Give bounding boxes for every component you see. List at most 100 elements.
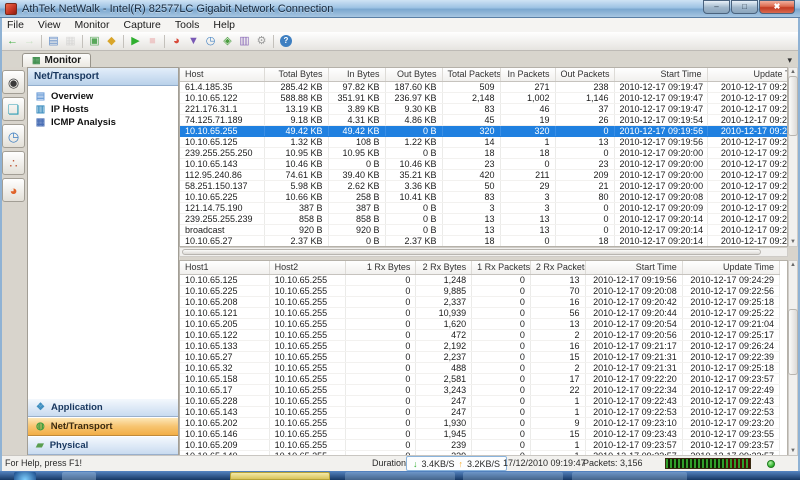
windows-view-icon[interactable]: ❏ <box>2 97 25 121</box>
taskbar-button[interactable] <box>62 472 96 480</box>
table-row[interactable]: 10.10.65.2710.10.65.25502,2370152010-12-… <box>180 351 780 362</box>
menu-view[interactable]: View <box>31 19 68 31</box>
table-row[interactable]: 239.255.255.239858 B858 B0 B131302010-12… <box>180 213 788 224</box>
alarm-clock-icon[interactable]: ◷ <box>2 124 25 148</box>
taskbar-button-active[interactable] <box>230 472 330 480</box>
table-row[interactable]: 10.10.65.15810.10.65.25502,5810172010-12… <box>180 373 780 384</box>
sidebar-item-overview[interactable]: ▤ Overview <box>30 90 176 103</box>
menu-help[interactable]: Help <box>206 19 242 31</box>
table-row[interactable]: 10.10.65.3210.10.65.2550488022010-12-17 … <box>180 362 780 373</box>
column-header[interactable]: Start Time <box>614 68 707 81</box>
hosts-vertical-scrollbar[interactable]: ▲ ▼ <box>788 67 798 247</box>
column-header[interactable]: Total Bytes <box>264 68 328 81</box>
tab-pin-icon[interactable]: ▾ <box>787 55 792 66</box>
table-row[interactable]: 10.10.65.22510.66 KB258 B10.41 KB8338020… <box>180 191 788 202</box>
start-capture-icon[interactable]: ▶ <box>127 34 144 49</box>
table-row[interactable]: 121.14.75.190387 B387 B0 B3302010-12-17 … <box>180 202 788 213</box>
table-row[interactable]: 10.10.65.20210.10.65.25501,930092010-12-… <box>180 417 780 428</box>
column-header[interactable]: Update Time <box>682 261 779 274</box>
table-row[interactable]: 10.10.65.1251.32 KB108 B1.22 KB141132010… <box>180 136 788 147</box>
table-row[interactable]: 239.255.255.25010.95 KB10.95 KB0 B181802… <box>180 147 788 158</box>
scrollbar-thumb[interactable] <box>788 76 798 136</box>
table-row[interactable]: 10.10.65.13310.10.65.25502,1920162010-12… <box>180 340 780 351</box>
tab-monitor[interactable]: ▦ Monitor <box>22 53 91 67</box>
column-header[interactable]: 2 Rx Bytes <box>416 261 472 274</box>
table-row[interactable]: 10.10.65.14610.10.65.25501,9450152010-12… <box>180 428 780 439</box>
menu-capture[interactable]: Capture <box>117 19 168 31</box>
close-button[interactable]: ✖ <box>759 0 795 14</box>
column-header[interactable]: Total Packets <box>442 68 500 81</box>
pie-chart-icon[interactable]: ◕ <box>168 34 185 49</box>
column-header[interactable]: Out Packets <box>555 68 614 81</box>
column-header[interactable]: Update Time <box>707 68 788 81</box>
help-icon[interactable]: ? <box>280 35 292 47</box>
table-cell: 37 <box>555 103 614 114</box>
report-icon[interactable]: ▥ <box>236 34 253 49</box>
table-row[interactable]: 10.10.65.20510.10.65.25501,6200132010-12… <box>180 318 780 329</box>
start-orb[interactable] <box>14 472 36 480</box>
scrollbar-thumb[interactable] <box>182 249 761 255</box>
settings-gear-icon[interactable]: ⚙ <box>253 34 270 49</box>
table-row[interactable]: 10.10.65.12110.10.65.255010,9390562010-1… <box>180 307 780 318</box>
taskbar-button[interactable] <box>463 472 563 480</box>
hosts-horizontal-scrollbar[interactable] <box>179 247 788 257</box>
column-header[interactable]: Out Bytes <box>385 68 442 81</box>
filter-icon[interactable]: ▼ <box>185 34 202 49</box>
table-row[interactable]: 74.125.71.1899.18 KB4.31 KB4.86 KB451926… <box>180 114 788 125</box>
taskbar-button[interactable] <box>572 472 687 480</box>
nav-application-button[interactable]: ❖ Application <box>28 398 178 417</box>
menu-tools[interactable]: Tools <box>168 19 207 31</box>
table-row[interactable]: 10.10.65.12210.10.65.2550472022010-12-17… <box>180 329 780 340</box>
scroll-up-icon[interactable]: ▲ <box>789 261 797 269</box>
table-row[interactable]: 58.251.150.1375.98 KB2.62 KB3.36 KB50292… <box>180 180 788 191</box>
open-folder-icon[interactable]: ▤ <box>45 34 62 49</box>
sidebar-item-ip-hosts[interactable]: ▥ IP Hosts <box>30 103 176 116</box>
menu-monitor[interactable]: Monitor <box>68 19 117 31</box>
column-header[interactable]: Host <box>180 68 264 81</box>
column-header[interactable]: Host2 <box>269 261 345 274</box>
topology-icon[interactable]: ◈ <box>219 34 236 49</box>
column-header[interactable]: In Packets <box>500 68 555 81</box>
table-row[interactable]: 10.10.65.20910.10.65.2550239012010-12-17… <box>180 439 780 450</box>
table-row[interactable]: 10.10.65.22810.10.65.2550247012010-12-17… <box>180 395 780 406</box>
sidebar-item-icmp-analysis[interactable]: ▦ ICMP Analysis <box>30 116 176 129</box>
column-header[interactable]: Start Time <box>585 261 682 274</box>
clear-icon[interactable]: ◆ <box>103 34 120 49</box>
column-header[interactable]: 1 Rx Bytes <box>345 261 416 274</box>
table-row[interactable]: 221.176.31.113.19 KB3.89 KB9.30 KB834637… <box>180 103 788 114</box>
table-row[interactable]: 10.10.65.14310.46 KB0 B10.46 KB230232010… <box>180 158 788 169</box>
table-row[interactable]: 112.95.240.8674.61 KB39.40 KB35.21 KB420… <box>180 169 788 180</box>
table-row[interactable]: 61.4.185.35285.42 KB97.82 KB187.60 KB509… <box>180 81 788 92</box>
pairs-vertical-scrollbar[interactable]: ▲ ▼ <box>788 260 798 456</box>
scroll-down-icon[interactable]: ▼ <box>789 447 797 455</box>
nav-net-transport-button[interactable]: ◍ Net/Transport <box>28 417 178 436</box>
table-row[interactable]: 10.10.65.25549.42 KB49.42 KB0 B320320020… <box>180 125 788 136</box>
column-header[interactable]: 2 Rx Packets <box>530 261 585 274</box>
capture-lens-icon[interactable]: ◉ <box>2 70 25 94</box>
table-row[interactable]: 10.10.65.14310.10.65.2550247012010-12-17… <box>180 406 780 417</box>
taskbar-button[interactable] <box>345 472 455 480</box>
table-row[interactable]: 10.10.65.22510.10.65.25509,8850702010-12… <box>180 285 780 296</box>
scroll-up-icon[interactable]: ▲ <box>789 68 797 76</box>
table-cell: 46 <box>500 103 555 114</box>
table-row[interactable]: 10.10.65.12510.10.65.25501,2480132010-12… <box>180 274 780 285</box>
table-row[interactable]: broadcast920 B920 B0 B131302010-12-17 09… <box>180 224 788 235</box>
menu-file[interactable]: File <box>0 19 31 31</box>
minimize-button[interactable]: – <box>703 0 730 14</box>
topology-icon[interactable]: ∴ <box>2 151 25 175</box>
alarm-icon[interactable]: ◷ <box>202 34 219 49</box>
scroll-down-icon[interactable]: ▼ <box>789 238 797 246</box>
table-row[interactable]: 10.10.65.1710.10.65.25503,2430222010-12-… <box>180 384 780 395</box>
scrollbar-thumb[interactable] <box>788 309 798 375</box>
nav-physical-button[interactable]: ▰ Physical <box>28 436 178 455</box>
table-row[interactable]: 10.10.65.122588.88 KB351.91 KB236.97 KB2… <box>180 92 788 103</box>
maximize-button[interactable]: □ <box>731 0 758 14</box>
column-header[interactable]: 1 Rx Packets <box>472 261 531 274</box>
pie-chart-icon[interactable]: ◕ <box>2 178 25 202</box>
column-header[interactable]: In Bytes <box>328 68 385 81</box>
column-header[interactable]: Host1 <box>180 261 269 274</box>
back-icon[interactable]: ← <box>4 34 21 49</box>
table-row[interactable]: 10.10.65.20810.10.65.25502,3370162010-12… <box>180 296 780 307</box>
table-row[interactable]: 10.10.65.272.37 KB0 B2.37 KB180182010-12… <box>180 235 788 246</box>
export-image-icon[interactable]: ▣ <box>86 34 103 49</box>
